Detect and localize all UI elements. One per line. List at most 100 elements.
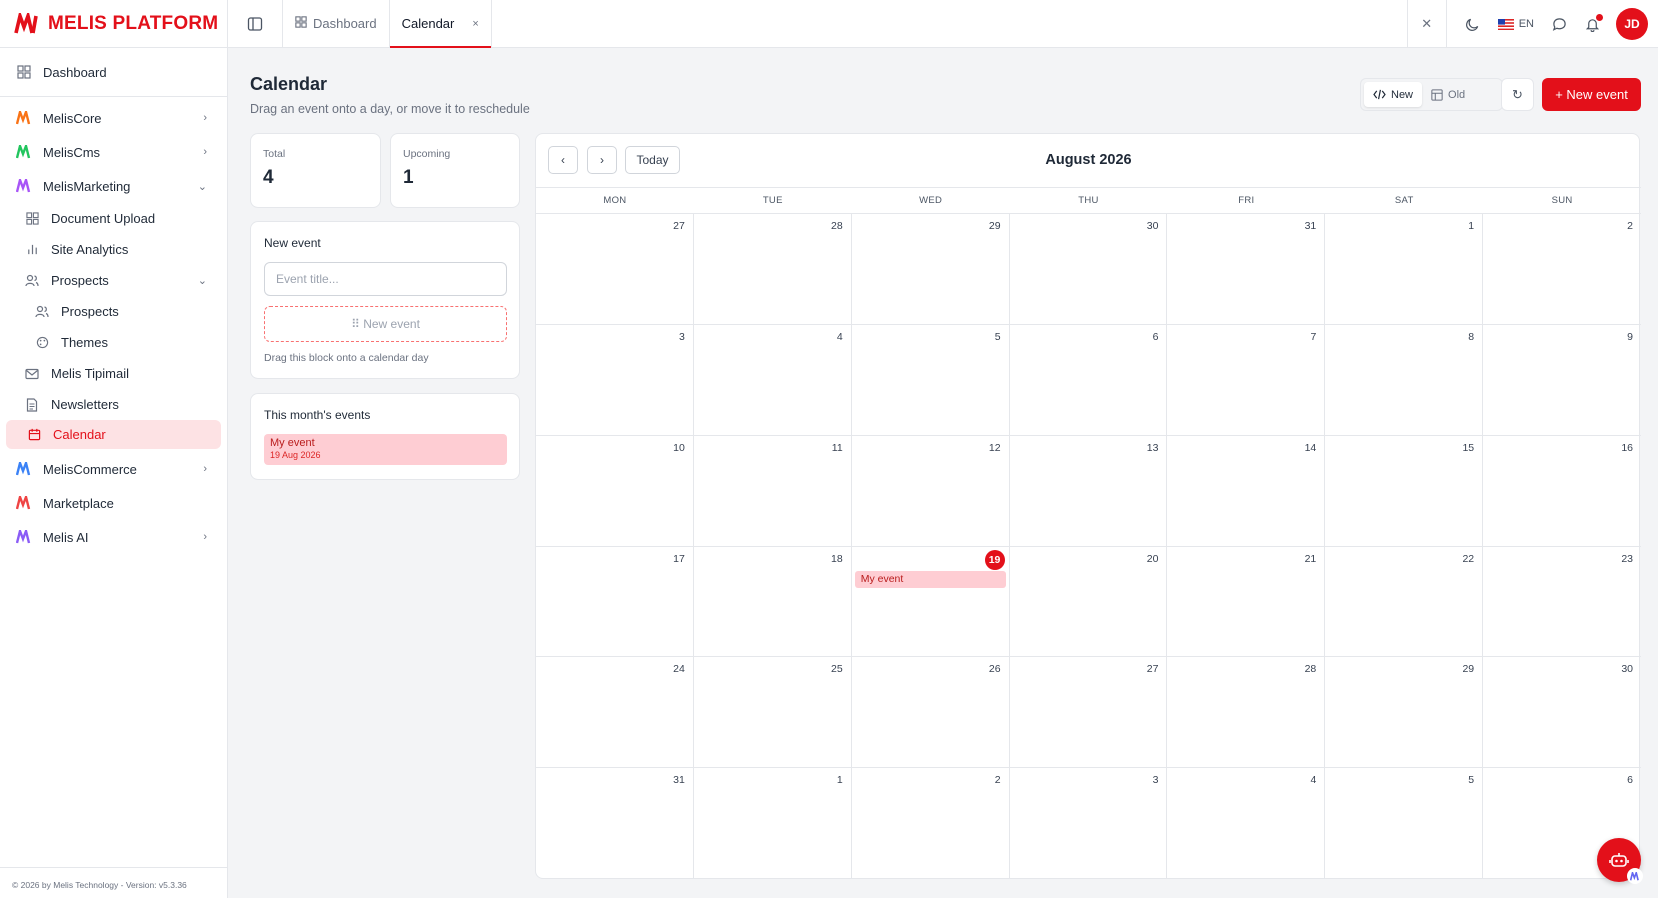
- tab-dashboard[interactable]: Dashboard: [283, 0, 390, 47]
- calendar-day-cell[interactable]: 28: [693, 214, 852, 325]
- calendar-day-cell[interactable]: 21: [1167, 546, 1326, 658]
- sidebar-group-label: MelisCore: [43, 110, 102, 126]
- calendar-day-cell[interactable]: 4: [1167, 768, 1326, 879]
- sidebar-item-prospects-group[interactable]: Prospects ⌄: [0, 265, 227, 296]
- calendar-day-cell[interactable]: 31: [1167, 214, 1326, 325]
- close-tab-icon[interactable]: ×: [472, 18, 478, 30]
- weekday-thu: THU: [1078, 195, 1099, 206]
- notification-bell-icon[interactable]: [1585, 13, 1603, 32]
- sidebar-item-dashboard[interactable]: Dashboard: [0, 56, 227, 88]
- draggable-new-event-block[interactable]: ⠿ New event: [264, 306, 507, 342]
- calendar-day-cell[interactable]: 18: [693, 546, 852, 658]
- calendar-day-cell[interactable]: 8: [1325, 324, 1484, 436]
- sidebar-group-label: MelisCommerce: [43, 461, 137, 477]
- prev-month-button[interactable]: ‹: [548, 146, 578, 174]
- calendar-day-cell[interactable]: 1: [1325, 214, 1484, 325]
- calendar-day-cell[interactable]: 1: [694, 768, 852, 879]
- view-new-button[interactable]: New: [1364, 82, 1423, 107]
- calendar-day-cell[interactable]: 16: [1483, 436, 1641, 547]
- calendar-day-cell[interactable]: 10: [536, 435, 694, 547]
- sidebar-item-label: Prospects: [61, 304, 119, 319]
- sidebar-item-prospects[interactable]: Prospects: [0, 296, 227, 327]
- sidebar-group-melismarketing[interactable]: MelisMarketing ⌄: [0, 169, 227, 203]
- sidebar-toggle-button[interactable]: [228, 0, 283, 47]
- day-number: 7: [1310, 330, 1317, 343]
- calendar-day-cell[interactable]: 20: [1009, 546, 1168, 658]
- calendar-day-cell[interactable]: 4: [693, 324, 852, 436]
- calendar-day-cell[interactable]: 3: [1010, 768, 1168, 879]
- day-number: 9: [1627, 330, 1633, 343]
- nav-divider: [0, 96, 227, 97]
- sidebar-group-meliscms[interactable]: MelisCms ›: [0, 135, 227, 169]
- sidebar-item-document-upload[interactable]: Document Upload: [0, 203, 227, 234]
- today-button[interactable]: Today: [625, 146, 680, 174]
- day-number: 31: [673, 774, 685, 787]
- calendar-day-cell[interactable]: 29: [1325, 657, 1484, 769]
- calendar-day-cell[interactable]: 28: [1167, 657, 1326, 769]
- chevron-right-icon: ›: [203, 146, 207, 158]
- next-month-button[interactable]: ›: [587, 146, 617, 174]
- calendar-day-cell[interactable]: 14: [1167, 435, 1326, 547]
- ai-assistant-button[interactable]: [1597, 838, 1643, 884]
- brand[interactable]: MELIS PLATFORM: [0, 0, 227, 48]
- language-selector[interactable]: EN: [1497, 18, 1534, 30]
- melis-logo-icon: [14, 12, 38, 33]
- sidebar-group-meliscommerce[interactable]: MelisCommerce ›: [0, 452, 227, 486]
- calendar-day-cell[interactable]: 15: [1325, 435, 1484, 547]
- calendar-day-cell[interactable]: 17: [536, 546, 694, 658]
- calendar-day-cell[interactable]: 5: [851, 324, 1010, 436]
- calendar-day-cell[interactable]: 11: [693, 435, 852, 547]
- calendar-day-cell[interactable]: 2: [1483, 214, 1641, 325]
- day-number: 2: [1627, 220, 1633, 232]
- calendar-day-cell[interactable]: 6: [1009, 324, 1168, 436]
- sidebar-item-themes[interactable]: Themes: [0, 327, 227, 358]
- calendar-day-cell[interactable]: 22: [1325, 546, 1484, 658]
- sidebar-item-newsletters[interactable]: Newsletters: [0, 389, 227, 420]
- sidebar-group-meliscore[interactable]: MelisCore ›: [0, 101, 227, 135]
- calendar-day-cell[interactable]: 5: [1325, 768, 1484, 879]
- day-number: 28: [831, 220, 843, 232]
- day-number: 17: [673, 552, 685, 565]
- calendar-day-cell[interactable]: 27: [536, 214, 694, 325]
- calendar-day-cell[interactable]: 23: [1483, 547, 1641, 658]
- stat-label: Upcoming: [403, 148, 451, 160]
- sidebar-item-site-analytics[interactable]: Site Analytics: [0, 234, 227, 265]
- calendar-day-cell[interactable]: 30: [1483, 657, 1641, 769]
- calendar-grid: 27 28 29 30 31 1 2 3 4 5 6 7 8 9 10 11 12 13 14 15 16 17 18 19 M…: [536, 214, 1641, 879]
- melis-marketing-logo-icon: [16, 178, 32, 194]
- calendar-day-cell[interactable]: 30: [1009, 214, 1168, 325]
- footer-divider: [0, 867, 228, 868]
- refresh-button[interactable]: ↻: [1501, 78, 1534, 111]
- calendar-day-cell[interactable]: 9: [1483, 325, 1641, 436]
- calendar-day-cell[interactable]: 19 My event: [851, 546, 1010, 658]
- sidebar-item-calendar[interactable]: Calendar: [6, 420, 221, 449]
- calendar-day-cell[interactable]: 27: [1009, 657, 1168, 769]
- event-title-input[interactable]: [264, 262, 507, 296]
- sidebar-group-marketplace[interactable]: Marketplace: [0, 486, 227, 520]
- close-all-tabs-button[interactable]: ✕: [1406, 0, 1447, 48]
- calendar-day-cell[interactable]: 31: [536, 768, 694, 879]
- calendar: ‹ › Today August 2026 MON TUE WED THU FRI SAT…: [535, 133, 1641, 879]
- calendar-day-cell[interactable]: 3: [536, 324, 694, 436]
- user-avatar[interactable]: JD: [1616, 8, 1648, 40]
- calendar-day-cell[interactable]: 29: [851, 214, 1010, 325]
- sidebar-item-label: Prospects: [51, 273, 109, 288]
- chat-bubble-icon[interactable]: [1552, 17, 1567, 32]
- new-event-button[interactable]: + New event: [1542, 78, 1641, 111]
- calendar-day-cell[interactable]: 7: [1167, 324, 1326, 436]
- calendar-day-cell[interactable]: 26: [851, 657, 1010, 769]
- sidebar-group-melis-ai[interactable]: Melis AI ›: [0, 520, 227, 554]
- stat-card-total: Total 4: [250, 133, 381, 208]
- calendar-day-cell[interactable]: 13: [1009, 435, 1168, 547]
- calendar-event[interactable]: My event: [854, 570, 1006, 588]
- dark-mode-moon-icon[interactable]: [1465, 17, 1480, 32]
- view-old-button[interactable]: Old: [1422, 82, 1474, 107]
- calendar-day-cell[interactable]: 24: [536, 657, 694, 769]
- tab-calendar[interactable]: Calendar ×: [389, 0, 492, 48]
- day-number: 28: [1304, 663, 1317, 676]
- calendar-day-cell[interactable]: 25: [693, 657, 852, 769]
- calendar-day-cell[interactable]: 12: [851, 435, 1010, 547]
- month-event-item[interactable]: My event 19 Aug 2026: [264, 434, 507, 465]
- sidebar-item-melis-tipimail[interactable]: Melis Tipimail: [0, 358, 227, 389]
- calendar-day-cell[interactable]: 2: [852, 768, 1010, 879]
